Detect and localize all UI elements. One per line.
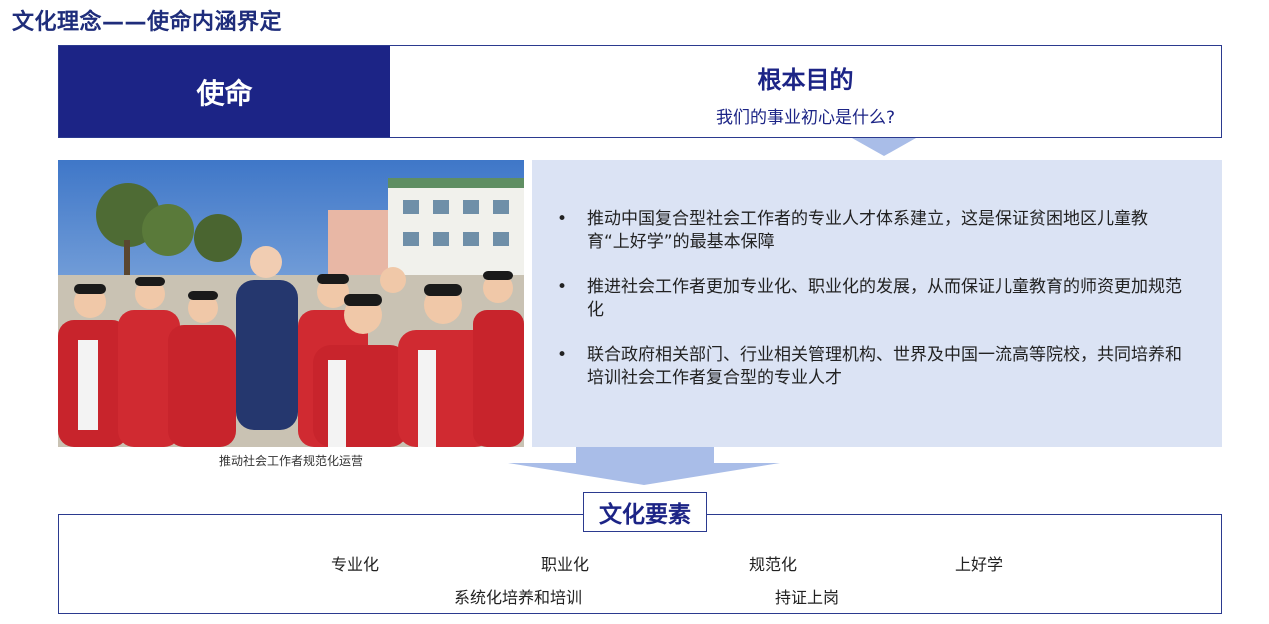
mission-header: 使命 根本目的 我们的事业初心是什么?: [58, 45, 1222, 138]
mission-label: 使命: [59, 46, 390, 137]
photo-caption: 推动社会工作者规范化运营: [218, 454, 363, 468]
mission-bullets-panel: • 推动中国复合型社会工作者的专业人才体系建立，这是保证贫困地区儿童教育“上好学…: [532, 160, 1222, 447]
purpose-question: 我们的事业初心是什么?: [715, 108, 896, 128]
purpose-cell: 根本目的 我们的事业初心是什么?: [390, 46, 1221, 137]
element-item: 持证上岗: [775, 588, 840, 607]
culture-elements-label: 文化要素: [583, 492, 707, 532]
down-arrow-icon: [852, 138, 916, 156]
bullet-icon: •: [557, 209, 568, 229]
element-item: 专业化: [331, 555, 380, 574]
bullet-icon: •: [557, 277, 568, 297]
page-title: 文化理念——使命内涵界定: [12, 10, 283, 35]
bullet-item: • 推进社会工作者更加专业化、职业化的发展，从而保证儿童教育的师资更加规范化: [557, 276, 1182, 322]
bullet-item: • 联合政府相关部门、行业相关管理机构、世界及中国一流高等院校，共同培养和培训社…: [557, 344, 1182, 390]
bullet-text: 推进社会工作者更加专业化、职业化的发展，从而保证儿童教育的师资更加规范化: [587, 277, 1182, 320]
children-photo: [58, 160, 524, 447]
bullet-item: • 推动中国复合型社会工作者的专业人才体系建立，这是保证贫困地区儿童教育“上好学…: [557, 208, 1182, 254]
element-item: 上好学: [955, 555, 1004, 574]
element-item: 系统化培养和培训: [454, 588, 583, 607]
purpose-title: 根本目的: [757, 66, 854, 94]
bullet-text: 联合政府相关部门、行业相关管理机构、世界及中国一流高等院校，共同培养和培训社会工…: [587, 345, 1182, 388]
bullet-text: 推动中国复合型社会工作者的专业人才体系建立，这是保证贫困地区儿童教育“上好学”的…: [587, 209, 1148, 252]
bullet-icon: •: [557, 345, 568, 365]
element-item: 职业化: [541, 555, 590, 574]
element-item: 规范化: [749, 555, 798, 574]
big-down-arrow-icon: [508, 447, 780, 485]
